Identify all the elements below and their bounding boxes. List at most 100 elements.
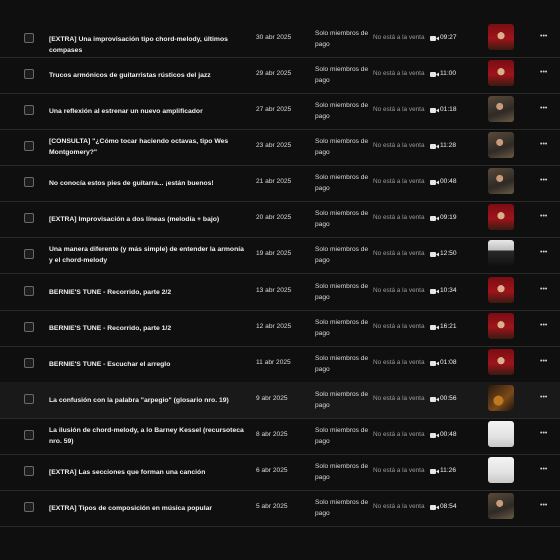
post-title[interactable]: No conocía estos pies de guitarra... ¡es… [49, 178, 249, 189]
post-row[interactable]: La ilusión de chord-melody, a lo Barney … [0, 418, 560, 455]
post-row[interactable]: BERNIE'S TUNE - Recorrido, parte 2/2 13 … [0, 274, 560, 311]
more-options-icon[interactable]: ••• [540, 33, 547, 40]
post-title[interactable]: [CONSULTA] "¿Cómo tocar haciendo octavas… [49, 136, 249, 158]
post-row[interactable]: No conocía estos pies de guitarra... ¡es… [0, 165, 560, 202]
post-row[interactable]: [EXTRA] Tipos de composición en música p… [0, 490, 560, 527]
post-sale-status: No está a la venta [373, 323, 425, 330]
post-row[interactable]: BERNIE'S TUNE - Recorrido, parte 1/2 12 … [0, 310, 560, 347]
post-duration: 01:08 [440, 359, 457, 366]
video-camera-icon [430, 289, 439, 294]
post-thumbnail[interactable] [488, 60, 514, 86]
row-checkbox[interactable] [24, 430, 34, 440]
post-row[interactable]: Una manera diferente (y más simple) de e… [0, 237, 560, 274]
row-checkbox[interactable] [24, 358, 34, 368]
post-row[interactable]: [CONSULTA] "¿Cómo tocar haciendo octavas… [0, 129, 560, 166]
post-duration: 11:28 [440, 142, 457, 149]
post-thumbnail[interactable] [488, 457, 514, 483]
row-checkbox[interactable] [24, 105, 34, 115]
post-row[interactable]: [EXTRA] Una improvisación tipo chord-mel… [0, 21, 560, 58]
post-sale-status: No está a la venta [373, 70, 425, 77]
post-thumbnail[interactable] [488, 204, 514, 230]
more-options-icon[interactable]: ••• [540, 177, 547, 184]
more-options-icon[interactable]: ••• [540, 358, 547, 365]
row-checkbox[interactable] [24, 394, 34, 404]
more-options-icon[interactable]: ••• [540, 394, 547, 401]
post-thumbnail[interactable] [488, 421, 514, 447]
video-camera-icon [430, 72, 439, 77]
post-title[interactable]: BERNIE'S TUNE - Recorrido, parte 2/2 [49, 287, 249, 298]
post-title[interactable]: [EXTRA] Las secciones que forman una can… [49, 467, 249, 478]
post-title[interactable]: Trucos armónicos de guitarristas rústico… [49, 70, 249, 81]
post-access: Solo miembros de pago [315, 174, 369, 192]
row-checkbox[interactable] [24, 502, 34, 512]
post-title[interactable]: [EXTRA] Tipos de composición en música p… [49, 503, 249, 514]
more-options-icon[interactable]: ••• [540, 105, 547, 112]
post-access: Solo miembros de pago [315, 102, 369, 120]
post-title[interactable]: Una manera diferente (y más simple) de e… [49, 244, 249, 266]
post-thumbnail[interactable] [488, 493, 514, 519]
post-sale-status: No está a la venta [373, 287, 425, 294]
post-duration: 10:34 [440, 287, 457, 294]
more-options-icon[interactable]: ••• [540, 430, 547, 437]
post-date: 21 abr 2025 [256, 178, 292, 185]
post-title[interactable]: Una reflexión al estrenar un nuevo ampli… [49, 106, 249, 117]
post-access: Solo miembros de pago [315, 210, 369, 228]
post-date: 29 abr 2025 [256, 70, 292, 77]
post-title[interactable]: La confusión con la palabra "arpegio" (g… [49, 395, 249, 406]
more-options-icon[interactable]: ••• [540, 69, 547, 76]
more-options-icon[interactable]: ••• [540, 502, 547, 509]
post-sale-status: No está a la venta [373, 467, 425, 474]
post-duration: 08:54 [440, 503, 457, 510]
video-camera-icon [430, 144, 439, 149]
post-thumbnail[interactable] [488, 313, 514, 339]
post-title[interactable]: [EXTRA] Improvisación a dos líneas (melo… [49, 214, 249, 225]
post-row[interactable]: [EXTRA] Las secciones que forman una can… [0, 454, 560, 491]
post-date: 9 abr 2025 [256, 395, 288, 402]
post-thumbnail[interactable] [488, 277, 514, 303]
video-camera-icon [430, 505, 439, 510]
post-title[interactable]: [EXTRA] Una improvisación tipo chord-mel… [49, 34, 249, 56]
post-title[interactable]: BERNIE'S TUNE - Recorrido, parte 1/2 [49, 323, 249, 334]
post-row[interactable]: [EXTRA] Improvisación a dos líneas (melo… [0, 201, 560, 238]
post-access: Solo miembros de pago [315, 138, 369, 156]
post-date: 5 abr 2025 [256, 503, 288, 510]
video-camera-icon [430, 252, 439, 257]
post-title[interactable]: BERNIE'S TUNE - Escuchar el arreglo [49, 359, 249, 370]
row-checkbox[interactable] [24, 466, 34, 476]
video-camera-icon [430, 397, 439, 402]
post-sale-status: No está a la venta [373, 142, 425, 149]
more-options-icon[interactable]: ••• [540, 249, 547, 256]
row-checkbox[interactable] [24, 141, 34, 151]
post-row[interactable]: Trucos armónicos de guitarristas rústico… [0, 57, 560, 94]
more-options-icon[interactable]: ••• [540, 286, 547, 293]
post-thumbnail[interactable] [488, 96, 514, 122]
post-date: 19 abr 2025 [256, 250, 292, 257]
post-row[interactable]: Una reflexión al estrenar un nuevo ampli… [0, 93, 560, 130]
post-thumbnail[interactable] [488, 349, 514, 375]
post-thumbnail[interactable] [488, 385, 514, 411]
post-date: 20 abr 2025 [256, 214, 292, 221]
more-options-icon[interactable]: ••• [540, 322, 547, 329]
more-options-icon[interactable]: ••• [540, 213, 547, 220]
post-duration: 09:19 [440, 214, 457, 221]
post-row[interactable]: BERNIE'S TUNE - Escuchar el arreglo 11 a… [0, 346, 560, 383]
post-thumbnail[interactable] [488, 132, 514, 158]
row-checkbox[interactable] [24, 249, 34, 259]
more-options-icon[interactable]: ••• [540, 141, 547, 148]
row-checkbox[interactable] [24, 213, 34, 223]
post-sale-status: No está a la venta [373, 178, 425, 185]
row-checkbox[interactable] [24, 69, 34, 79]
post-date: 27 abr 2025 [256, 106, 292, 113]
post-duration: 00:56 [440, 395, 457, 402]
more-options-icon[interactable]: ••• [540, 466, 547, 473]
post-thumbnail[interactable] [488, 168, 514, 194]
row-checkbox[interactable] [24, 33, 34, 43]
post-access: Solo miembros de pago [315, 319, 369, 337]
row-checkbox[interactable] [24, 322, 34, 332]
post-thumbnail[interactable] [488, 24, 514, 50]
row-checkbox[interactable] [24, 177, 34, 187]
post-title[interactable]: La ilusión de chord-melody, a lo Barney … [49, 425, 249, 447]
post-thumbnail[interactable] [488, 240, 514, 266]
post-row[interactable]: La confusión con la palabra "arpegio" (g… [0, 382, 560, 419]
row-checkbox[interactable] [24, 286, 34, 296]
